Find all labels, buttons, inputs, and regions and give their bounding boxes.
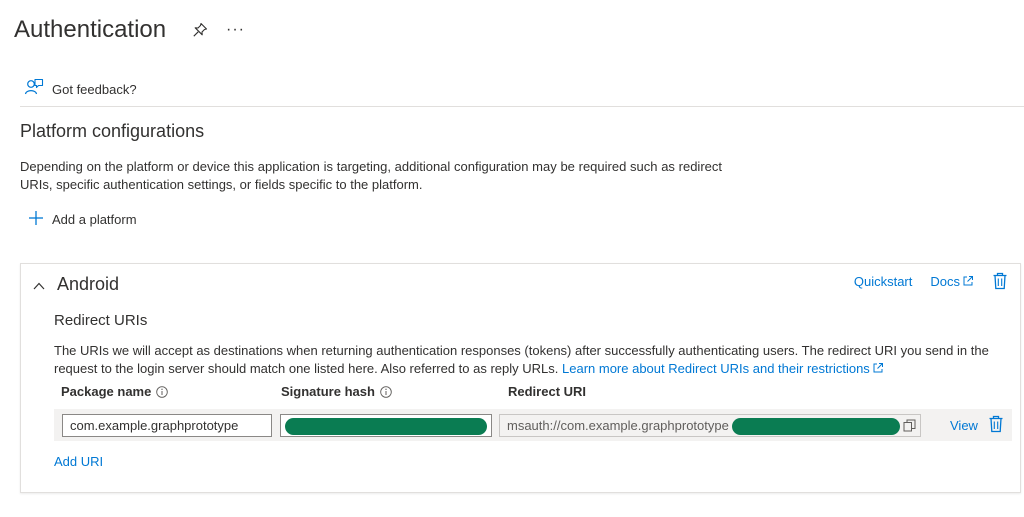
signature-hash-input[interactable] bbox=[280, 414, 492, 437]
toolbar-divider bbox=[20, 106, 1024, 107]
android-platform-card: Android Quickstart Docs Redirect URIs Th… bbox=[20, 263, 1021, 493]
section-description: Depending on the platform or device this… bbox=[20, 159, 722, 192]
pin-icon[interactable] bbox=[192, 22, 208, 38]
chevron-up-icon bbox=[33, 279, 45, 291]
view-link[interactable]: View bbox=[950, 418, 978, 433]
col-header-redirect-uri: Redirect URI bbox=[508, 384, 586, 399]
section-title: Platform configurations bbox=[20, 121, 205, 141]
copy-icon[interactable] bbox=[903, 419, 916, 432]
col-redirect-label: Redirect URI bbox=[508, 384, 587, 399]
plus-icon bbox=[28, 210, 44, 228]
col-signature-label: Signature hash bbox=[281, 384, 375, 399]
info-icon[interactable] bbox=[156, 385, 169, 398]
delete-platform-icon[interactable] bbox=[992, 272, 1008, 290]
info-icon[interactable] bbox=[380, 385, 392, 398]
package-name-value: com.example.graphprototype bbox=[70, 418, 239, 433]
redirect-uris-description: The URIs we will accept as destinations … bbox=[54, 342, 1009, 378]
add-platform-label: Add a platform bbox=[52, 211, 137, 227]
android-collapse-toggle[interactable]: Android bbox=[33, 274, 119, 295]
card-actions: Quickstart Docs bbox=[854, 272, 1008, 290]
external-link-icon bbox=[873, 363, 883, 373]
col-header-package-name: Package name bbox=[61, 384, 169, 399]
add-uri-button[interactable]: Add URI bbox=[54, 454, 103, 469]
redirect-uris-title: Redirect URIs bbox=[54, 312, 148, 329]
docs-link[interactable]: Docs bbox=[930, 274, 974, 289]
feedback-button[interactable]: Got feedback? bbox=[24, 78, 137, 101]
redaction-mark bbox=[285, 418, 487, 435]
package-name-input[interactable]: com.example.graphprototype bbox=[62, 414, 272, 437]
col-header-signature-hash: Signature hash bbox=[281, 384, 392, 399]
docs-label: Docs bbox=[930, 273, 960, 289]
redaction-mark bbox=[732, 418, 900, 435]
feedback-icon bbox=[24, 78, 44, 101]
learn-more-link[interactable]: Learn more about Redirect URIs and their… bbox=[562, 361, 884, 376]
page-title: Authentication bbox=[14, 16, 167, 43]
redirect-uri-value: msauth://com.example.graphprototype bbox=[507, 418, 729, 433]
add-platform-button[interactable]: Add a platform bbox=[28, 210, 137, 228]
redirect-uri-field[interactable]: msauth://com.example.graphprototype bbox=[499, 414, 921, 437]
redirect-uri-row: com.example.graphprototype msauth://com.… bbox=[54, 409, 1012, 441]
feedback-label: Got feedback? bbox=[52, 82, 137, 97]
learn-more-label: Learn more about Redirect URIs and their… bbox=[562, 361, 870, 376]
title-actions: ··· bbox=[192, 22, 245, 38]
more-options-icon[interactable]: ··· bbox=[226, 22, 245, 38]
quickstart-link[interactable]: Quickstart bbox=[854, 274, 913, 289]
card-title: Android bbox=[57, 274, 120, 294]
delete-uri-icon[interactable] bbox=[988, 415, 1004, 433]
col-package-label: Package name bbox=[61, 384, 152, 399]
external-link-icon bbox=[962, 275, 974, 287]
